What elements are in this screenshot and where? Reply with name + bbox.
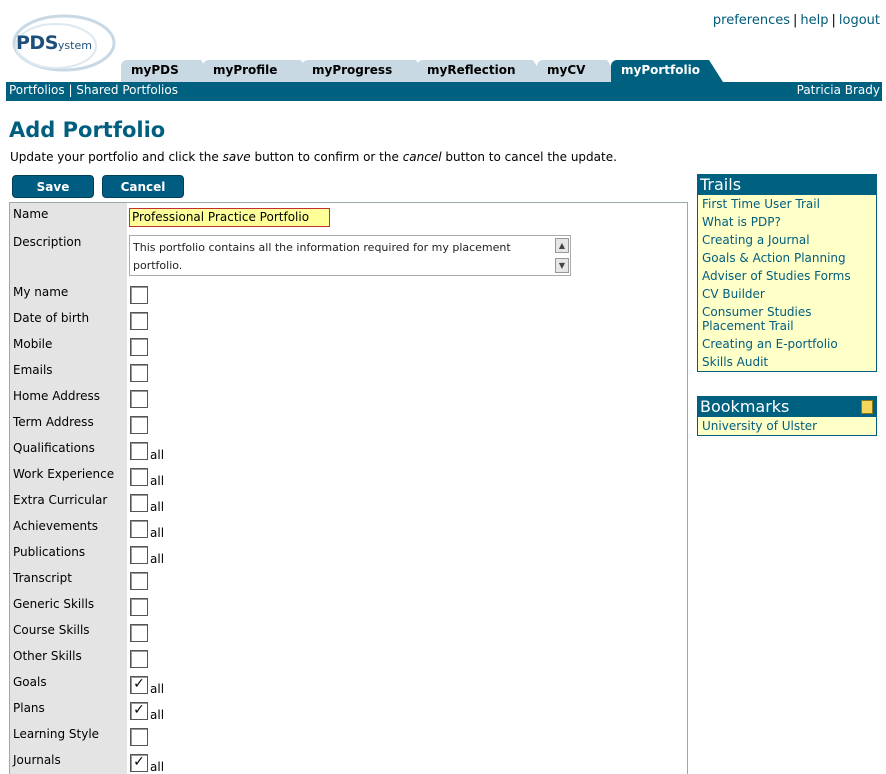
field-checkbox[interactable]: [130, 546, 148, 564]
all-label: all: [150, 760, 165, 774]
pdsystem-logo: PDSystem: [12, 12, 116, 74]
field-checkbox[interactable]: [130, 624, 148, 642]
tab-mycv[interactable]: myCV: [537, 60, 621, 82]
tab-myreflection[interactable]: myReflection: [417, 60, 547, 82]
trail-link[interactable]: Goals & Action Planning: [698, 249, 876, 267]
field-label: Emails: [13, 363, 53, 377]
trail-link[interactable]: Creating an E-portfolio: [698, 335, 876, 353]
field-label: Publications: [13, 545, 86, 559]
trail-link[interactable]: CV Builder: [698, 285, 876, 303]
logo-main-text: PDS: [16, 32, 58, 54]
all-label: all: [150, 682, 165, 696]
field-label: Work Experience: [13, 467, 115, 481]
field-label: Learning Style: [13, 727, 100, 741]
trails-panel: Trails First Time User Trail What is PDP…: [697, 174, 877, 372]
field-label: Goals: [13, 675, 47, 689]
intro-text: Update your portfolio and click the save…: [10, 150, 617, 164]
user-name: Patricia Brady: [796, 83, 880, 97]
field-checkbox[interactable]: [130, 338, 148, 356]
all-label: all: [150, 448, 165, 462]
trail-link[interactable]: Skills Audit: [698, 353, 876, 371]
description-text: This portfolio contains all the informat…: [133, 241, 511, 272]
portfolio-form: Name Professional Practice Portfolio Des…: [9, 202, 688, 774]
save-button[interactable]: Save: [12, 175, 94, 198]
field-checkbox[interactable]: [130, 364, 148, 382]
field-checkbox[interactable]: [130, 650, 148, 668]
shared-portfolios-link[interactable]: Shared Portfolios: [76, 83, 178, 97]
top-links: preferences | help | logout: [712, 13, 880, 28]
scroll-down-icon[interactable]: ▼: [555, 258, 569, 273]
field-checkbox[interactable]: ✓: [130, 702, 148, 720]
field-label: Mobile: [13, 337, 53, 351]
field-label: My name: [13, 285, 69, 299]
all-label: all: [150, 474, 165, 488]
trails-title: Trails: [698, 175, 876, 195]
field-label: Home Address: [13, 389, 101, 403]
field-checkbox[interactable]: ✓: [130, 676, 148, 694]
trail-link[interactable]: First Time User Trail: [698, 195, 876, 213]
bookmarks-title: Bookmarks: [698, 397, 876, 417]
field-checkbox[interactable]: ✓: [130, 754, 148, 772]
bookmark-link[interactable]: University of Ulster: [698, 417, 876, 435]
cancel-button[interactable]: Cancel: [102, 175, 184, 198]
help-link[interactable]: help: [800, 13, 828, 28]
field-label: Generic Skills: [13, 597, 95, 611]
field-label: Qualifications: [13, 441, 95, 455]
tab-mypds[interactable]: myPDS: [121, 60, 215, 82]
field-checkbox[interactable]: [130, 728, 148, 746]
all-label: all: [150, 552, 165, 566]
bookmarks-panel: Bookmarks University of Ulster: [697, 396, 877, 436]
bookmark-add-icon[interactable]: [861, 400, 873, 414]
trail-link[interactable]: Creating a Journal: [698, 231, 876, 249]
all-label: all: [150, 500, 165, 514]
portfolios-link[interactable]: Portfolios: [9, 83, 65, 97]
field-label: Plans: [13, 701, 45, 715]
page-title: Add Portfolio: [9, 118, 166, 142]
all-label: all: [150, 526, 165, 540]
field-checkbox[interactable]: [130, 494, 148, 512]
trail-link[interactable]: What is PDP?: [698, 213, 876, 231]
field-checkbox[interactable]: [130, 598, 148, 616]
field-checkbox[interactable]: [130, 468, 148, 486]
logo-sub-text: ystem: [57, 39, 92, 52]
description-textarea[interactable]: This portfolio contains all the informat…: [129, 235, 571, 276]
field-checkbox[interactable]: [130, 390, 148, 408]
name-label: Name: [13, 207, 49, 221]
field-checkbox[interactable]: [130, 572, 148, 590]
field-label: Course Skills: [13, 623, 90, 637]
all-label: all: [150, 708, 165, 722]
tab-myprogress[interactable]: myProgress: [302, 60, 430, 82]
description-label: Description: [13, 235, 82, 249]
field-checkbox[interactable]: [130, 520, 148, 538]
tab-myprofile[interactable]: myProfile: [203, 60, 315, 82]
name-input[interactable]: Professional Practice Portfolio: [129, 208, 330, 227]
trail-link[interactable]: Adviser of Studies Forms: [698, 267, 876, 285]
preferences-link[interactable]: preferences: [713, 13, 790, 28]
tab-myportfolio[interactable]: myPortfolio: [611, 60, 723, 82]
field-label: Term Address: [13, 415, 94, 429]
logout-link[interactable]: logout: [839, 13, 880, 28]
field-checkbox[interactable]: [130, 286, 148, 304]
field-label: Extra Curricular: [13, 493, 108, 507]
field-label: Date of birth: [13, 311, 90, 325]
trail-link[interactable]: Consumer Studies Placement Trail: [698, 303, 876, 335]
scroll-up-icon[interactable]: ▲: [555, 238, 569, 253]
field-label: Achievements: [13, 519, 99, 533]
field-checkbox[interactable]: [130, 312, 148, 330]
field-label: Journals: [13, 753, 61, 767]
sub-navbar: Portfolios | Shared Portfolios Patricia …: [6, 82, 882, 101]
field-checkbox[interactable]: [130, 416, 148, 434]
field-label: Other Skills: [13, 649, 82, 663]
field-checkbox[interactable]: [130, 442, 148, 460]
field-label: Transcript: [13, 571, 72, 585]
